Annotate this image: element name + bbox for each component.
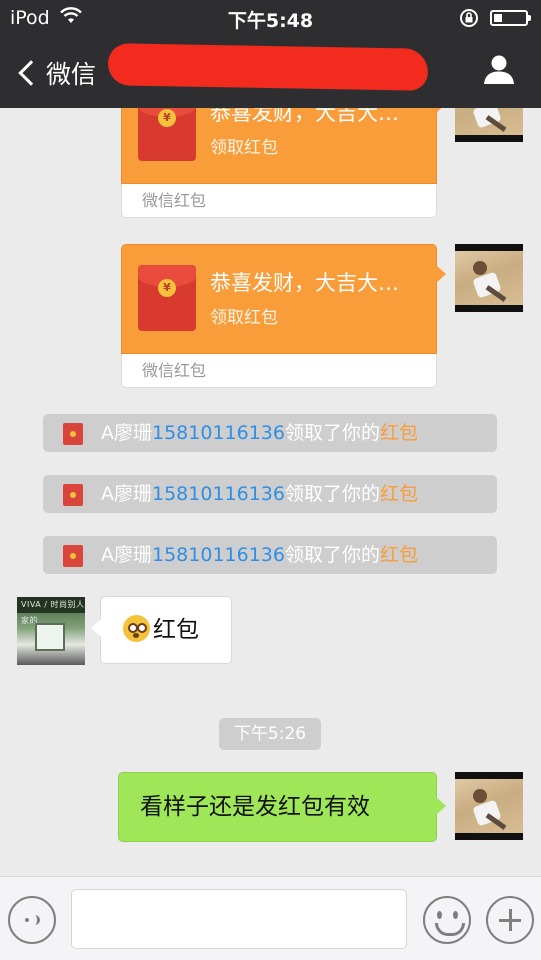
red-packet-claimed-notice: A廖珊15810116136领取了你的红包	[43, 475, 497, 513]
red-envelope-icon	[63, 545, 83, 567]
plus-icon[interactable]	[486, 896, 534, 944]
claimer-name: A廖珊	[101, 422, 152, 444]
red-packet-message[interactable]: ¥ 恭喜发财，大吉大… 领取红包 微信红包	[121, 108, 446, 218]
incoming-message-bubble[interactable]: 红包	[91, 596, 232, 664]
red-packet-footer: 微信红包	[121, 354, 437, 388]
avatar-sign-text: VIVA / 时尚别人家的	[17, 597, 85, 625]
battery-icon	[490, 10, 531, 26]
red-packet-message[interactable]: ¥ 恭喜发财，大吉大… 领取红包 微信红包	[121, 244, 446, 388]
outgoing-message-text: 看样子还是发红包有效	[140, 794, 370, 820]
input-bar	[0, 876, 541, 960]
notice-text: 领取了你的	[284, 422, 380, 444]
chevron-left-icon	[18, 60, 44, 86]
astonished-emoji-icon	[123, 615, 150, 642]
orientation-lock-icon	[460, 9, 478, 27]
red-packet-claimed-notice: A廖珊15810116136领取了你的红包	[43, 536, 497, 574]
smiley-icon[interactable]	[423, 896, 471, 944]
red-envelope-icon: ¥	[138, 108, 196, 161]
red-packet-link[interactable]: 红包	[380, 422, 418, 444]
red-packet-action: 领取红包	[210, 308, 278, 328]
red-packet-body: ¥ 恭喜发财，大吉大… 领取红包	[121, 244, 446, 354]
my-avatar[interactable]	[455, 772, 523, 840]
claimer-phone[interactable]: 15810116136	[152, 483, 285, 505]
claimer-name: A廖珊	[101, 544, 152, 566]
person-icon[interactable]	[482, 52, 516, 86]
message-list[interactable]: ¥ 恭喜发财，大吉大… 领取红包 微信红包 ¥ 恭喜发财，大吉大… 领取红包 微…	[0, 108, 541, 876]
red-envelope-icon	[63, 484, 83, 506]
red-packet-title: 恭喜发财，大吉大…	[210, 271, 399, 295]
status-bar: iPod 下午5:48	[0, 0, 541, 36]
back-label: 微信	[46, 60, 97, 89]
red-packet-claimed-notice: A廖珊15810116136领取了你的红包	[43, 414, 497, 452]
red-envelope-icon	[63, 423, 83, 445]
my-avatar[interactable]	[455, 108, 523, 142]
claimer-name: A廖珊	[101, 483, 152, 505]
outgoing-message-bubble[interactable]: 看样子还是发红包有效	[118, 772, 446, 842]
contact-avatar[interactable]: VIVA / 时尚别人家的	[17, 597, 85, 665]
redacted-contact-name	[107, 43, 429, 91]
red-packet-link[interactable]: 红包	[380, 544, 418, 566]
red-packet-footer: 微信红包	[121, 184, 437, 218]
red-packet-body: ¥ 恭喜发财，大吉大… 领取红包	[121, 108, 446, 184]
back-button[interactable]: 微信	[14, 56, 96, 90]
nav-bar: 微信	[0, 36, 541, 108]
red-envelope-icon: ¥	[138, 265, 196, 331]
notice-text: 领取了你的	[284, 483, 380, 505]
claimer-phone[interactable]: 15810116136	[152, 544, 285, 566]
red-packet-title: 恭喜发财，大吉大…	[210, 108, 399, 125]
message-timestamp: 下午5:26	[219, 718, 321, 750]
red-packet-action: 领取红包	[210, 138, 278, 158]
message-input[interactable]	[71, 889, 407, 949]
my-avatar[interactable]	[455, 244, 523, 312]
voice-icon[interactable]	[8, 896, 56, 944]
red-packet-link[interactable]: 红包	[380, 483, 418, 505]
notice-text: 领取了你的	[284, 544, 380, 566]
claimer-phone[interactable]: 15810116136	[152, 422, 285, 444]
incoming-message-text: 红包	[153, 617, 199, 643]
